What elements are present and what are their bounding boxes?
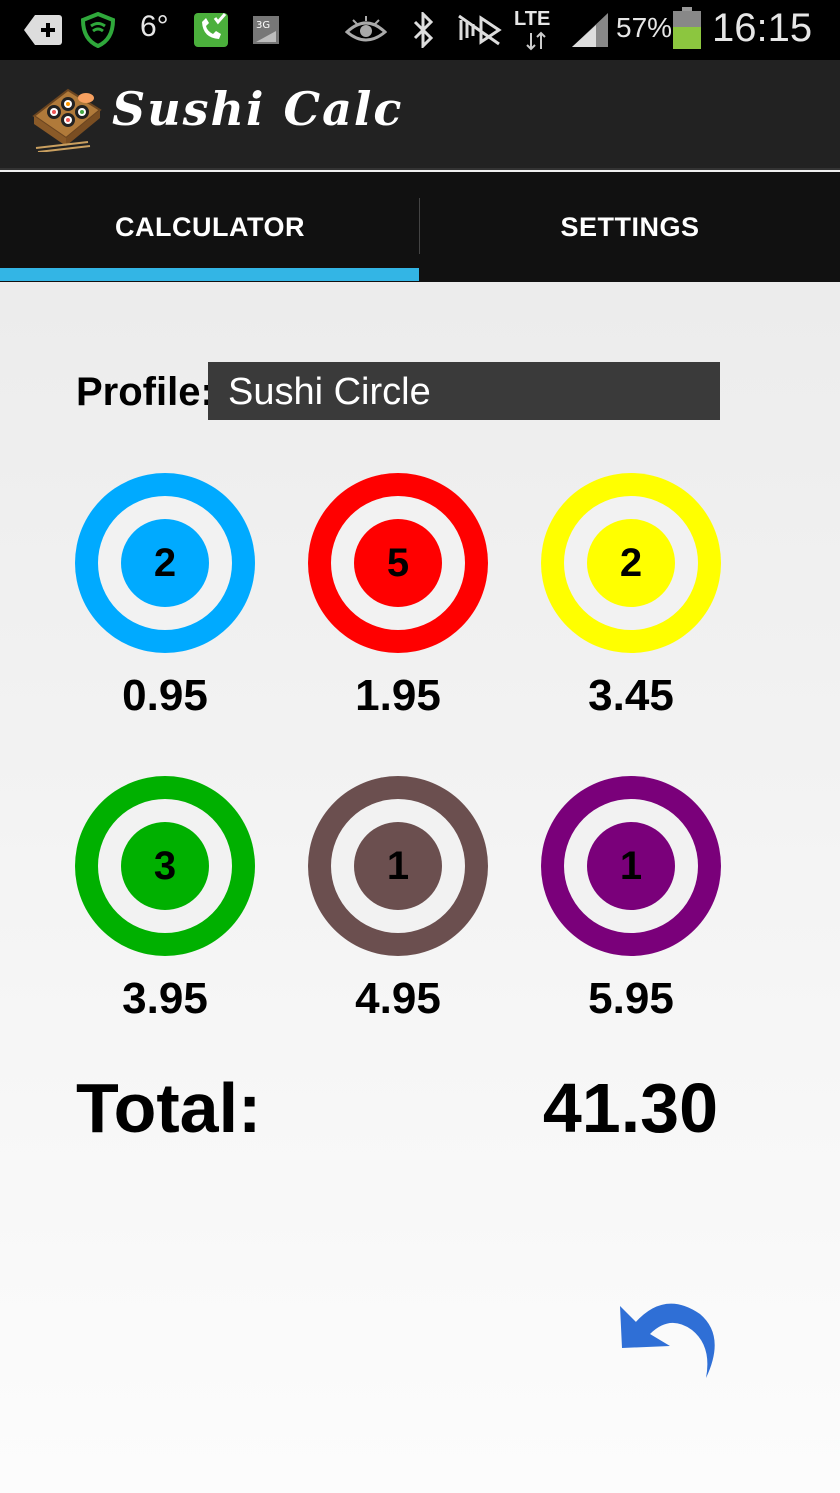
plate-count: 3 xyxy=(121,822,209,910)
plate-blue[interactable]: 2 0.95 xyxy=(75,473,255,721)
tab-bar: CALCULATOR SETTINGS xyxy=(0,172,840,282)
plate-count: 1 xyxy=(587,822,675,910)
plate-green[interactable]: 3 3.95 xyxy=(75,776,255,1024)
plate-red[interactable]: 5 1.95 xyxy=(308,473,488,721)
plate-ring[interactable]: 1 xyxy=(308,776,488,956)
total-label: Total: xyxy=(76,1069,262,1147)
calculator-panel: Profile: Sushi Circle 2 0.95 5 1.95 2 3.… xyxy=(0,282,840,1493)
status-bar: 6° 3G LTE 57% 16:15 xyxy=(0,0,840,60)
mute-icon xyxy=(454,10,504,50)
app-title: Sushi Calc xyxy=(112,82,404,136)
sushi-logo-icon xyxy=(28,76,104,153)
battery-percent: 57% xyxy=(616,12,673,43)
network-label: LTE xyxy=(514,8,551,30)
plate-price: 5.95 xyxy=(588,974,674,1023)
plate-ring[interactable]: 3 xyxy=(75,776,255,956)
plate-brown[interactable]: 1 4.95 xyxy=(308,776,488,1024)
plate-ring-inner: 5 xyxy=(331,496,465,630)
add-icon xyxy=(22,10,64,50)
tab-settings[interactable]: SETTINGS xyxy=(420,172,840,282)
profile-label: Profile: xyxy=(76,370,214,414)
plate-count: 2 xyxy=(121,519,209,607)
battery-icon xyxy=(672,6,702,50)
clock: 16:15 xyxy=(712,6,813,50)
plate-count: 5 xyxy=(354,519,442,607)
profile-dropdown[interactable]: Sushi Circle xyxy=(208,362,720,420)
plate-ring-inner: 2 xyxy=(98,496,232,630)
undo-button[interactable] xyxy=(614,1294,724,1394)
total-value: 41.30 xyxy=(542,1069,718,1147)
plate-price: 4.95 xyxy=(355,974,441,1023)
plate-ring[interactable]: 2 xyxy=(75,473,255,653)
plate-count: 1 xyxy=(354,822,442,910)
plate-price: 3.95 xyxy=(122,974,208,1023)
plate-yellow[interactable]: 2 3.45 xyxy=(541,473,721,721)
undo-icon xyxy=(620,1303,715,1378)
temperature: 6° xyxy=(140,10,169,43)
plate-ring[interactable]: 2 xyxy=(541,473,721,653)
3g-icon: 3G xyxy=(252,10,280,50)
shield-icon xyxy=(80,10,116,50)
action-bar: Sushi Calc xyxy=(0,60,840,170)
plate-count: 2 xyxy=(587,519,675,607)
plate-price: 1.95 xyxy=(355,671,441,720)
tab-indicator xyxy=(0,268,419,281)
plate-ring-inner: 1 xyxy=(564,799,698,933)
tab-calculator[interactable]: CALCULATOR xyxy=(0,172,420,282)
signal-icon xyxy=(570,10,610,50)
plate-purple[interactable]: 1 5.95 xyxy=(541,776,721,1024)
plate-ring-inner: 1 xyxy=(331,799,465,933)
plate-ring-inner: 2 xyxy=(564,496,698,630)
data-arrows-icon xyxy=(524,30,548,52)
eye-icon xyxy=(344,10,388,50)
plate-price: 0.95 xyxy=(122,671,208,720)
plate-price: 3.45 xyxy=(588,671,674,720)
plate-ring-inner: 3 xyxy=(98,799,232,933)
plate-ring[interactable]: 5 xyxy=(308,473,488,653)
bluetooth-icon xyxy=(408,10,438,50)
phone-check-icon xyxy=(192,10,230,50)
plate-ring[interactable]: 1 xyxy=(541,776,721,956)
svg-text:3G: 3G xyxy=(256,20,270,31)
